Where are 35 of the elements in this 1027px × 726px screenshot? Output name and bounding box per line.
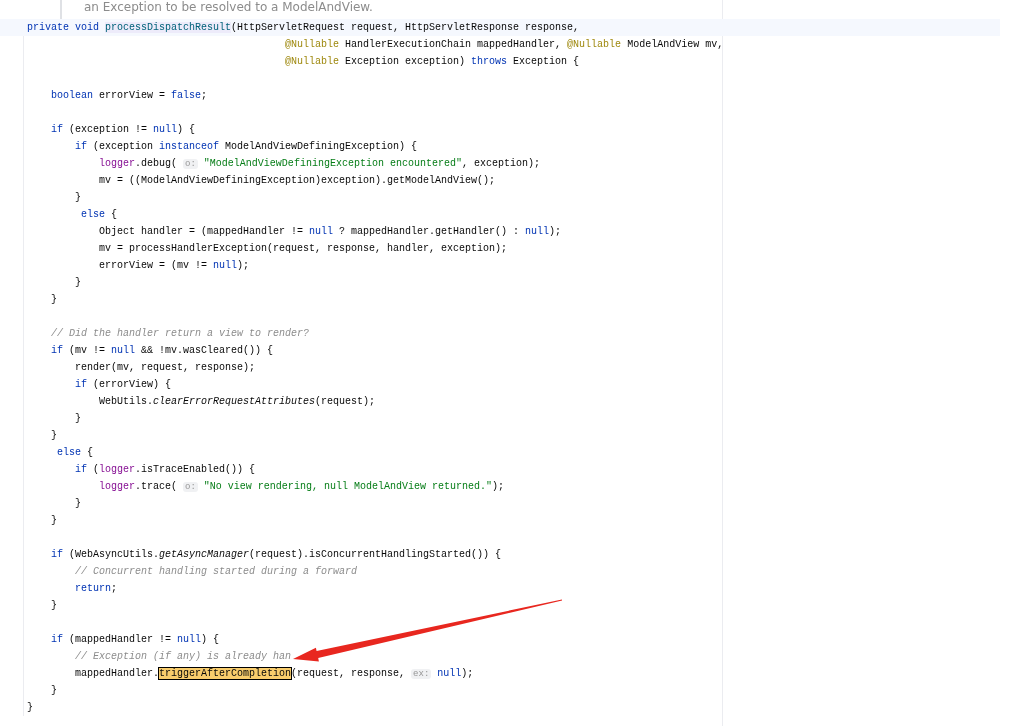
code-line: boolean errorView = false;: [50, 89, 208, 103]
code-line: if (exception != null) {: [50, 123, 196, 137]
code-line: }: [50, 293, 57, 307]
code-line: // Exception (if any) is already han: [74, 650, 292, 664]
code-line: if (errorView) {: [74, 378, 172, 392]
code-line: logger.trace( o: "No view rendering, null ModelAndView returned.");: [98, 480, 504, 494]
code-line: else {: [56, 446, 94, 460]
code-line: // Concurrent handling started during a forward: [74, 565, 358, 579]
code-line: // Did the handler return a view to render?: [50, 327, 310, 341]
code-line: @Nullable Exception exception) throws Exception {: [284, 55, 580, 69]
code-line: }: [50, 429, 57, 443]
code-line: Object handler = (mappedHandler != null ? mappedHandler.getHandler() : null);: [98, 225, 562, 239]
code-line: }: [74, 276, 81, 290]
code-line: }: [50, 599, 57, 613]
code-line: logger.debug( o: "ModelAndViewDefiningException encountered", exception);: [98, 157, 540, 171]
code-line: return;: [74, 582, 118, 596]
code-line: }: [74, 497, 81, 511]
code-line: if (WebAsyncUtils.getAsyncManager(request).isConcurrentHandlingStarted()) {: [50, 548, 502, 562]
code-line: WebUtils.clearErrorRequestAttributes(request);: [98, 395, 376, 409]
code-line: }: [26, 701, 33, 715]
code-line: mappedHandler.triggerAfterCompletion(request, response, ex: null);: [74, 667, 474, 681]
code-line: mv = ((ModelAndViewDefiningException)exception).getModelAndView();: [98, 174, 496, 188]
code-line: }: [74, 191, 81, 205]
code-line: if (mappedHandler != null) {: [50, 633, 220, 647]
code-line: @Nullable HandlerExecutionChain mappedHandler, @Nullable ModelAndView mv,: [284, 38, 724, 52]
code-line: if (exception instanceof ModelAndViewDefiningException) {: [74, 140, 418, 154]
code-line: }: [50, 684, 57, 698]
code-line: else {: [80, 208, 118, 222]
code-line: errorView = (mv != null);: [98, 259, 250, 273]
code-line: mv = processHandlerException(request, response, handler, exception);: [98, 242, 508, 256]
code-line: }: [50, 514, 57, 528]
code-line: if (mv != null && !mv.wasCleared()) {: [50, 344, 274, 358]
code-line: if (logger.isTraceEnabled()) {: [74, 463, 256, 477]
code-line: }: [74, 412, 81, 426]
code-line: render(mv, request, response);: [74, 361, 256, 375]
